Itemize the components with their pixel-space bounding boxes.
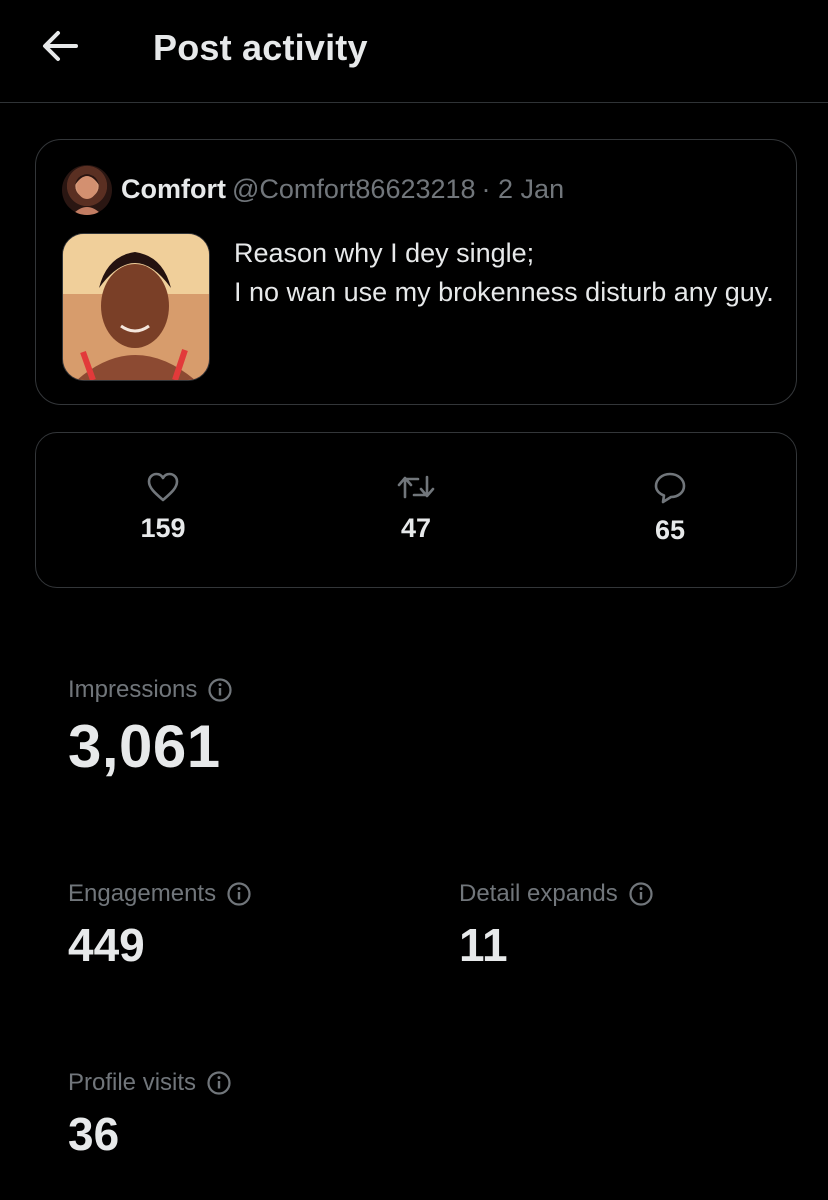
info-icon[interactable] xyxy=(207,677,233,703)
post-date: · 2 Jan xyxy=(481,174,565,204)
info-icon[interactable] xyxy=(628,881,654,907)
info-icon[interactable] xyxy=(206,1070,232,1096)
repost-icon xyxy=(397,475,435,499)
impressions-stat: Impressions 3,061 xyxy=(68,676,233,781)
engagements-label: Engagements xyxy=(68,880,217,907)
detail-expands-value: 11 xyxy=(459,919,508,971)
impressions-label: Impressions xyxy=(68,676,198,703)
info-icon[interactable] xyxy=(226,881,252,907)
avatar[interactable] xyxy=(62,165,112,215)
post-image-thumbnail[interactable] xyxy=(62,233,210,381)
likes-metric[interactable]: 159 xyxy=(103,471,223,544)
reposts-metric[interactable]: 47 xyxy=(356,471,476,544)
impressions-value: 3,061 xyxy=(68,713,221,780)
post-preview-card[interactable]: Comfort @Comfort86623218 · 2 Jan Reason wh… xyxy=(35,139,797,405)
author-name[interactable]: Comfort xyxy=(121,174,226,204)
page-title: Post activity xyxy=(153,27,368,68)
replies-metric[interactable]: 65 xyxy=(610,471,730,546)
heart-icon xyxy=(147,472,179,502)
detail-expands-label: Detail expands xyxy=(459,880,618,907)
post-text: Reason why I dey single; I no wan use my… xyxy=(234,234,779,312)
replies-count: 65 xyxy=(654,515,686,545)
reposts-count: 47 xyxy=(400,513,432,543)
impressions-label-row: Impressions xyxy=(68,676,233,704)
post-author-line: Comfort @Comfort86623218 · 2 Jan xyxy=(121,174,564,205)
likes-count: 159 xyxy=(140,513,186,543)
engagements-stat: Engagements 449 xyxy=(68,880,252,972)
engagements-value: 449 xyxy=(68,919,145,971)
back-arrow-icon xyxy=(43,31,78,61)
top-bar: Post activity xyxy=(0,0,828,103)
profile-visits-value: 36 xyxy=(68,1108,120,1160)
detail-expands-label-row: Detail expands xyxy=(459,880,654,908)
post-text-line: Reason why I dey single; xyxy=(234,238,535,268)
author-handle[interactable]: @Comfort86623218 xyxy=(232,174,476,204)
reply-icon xyxy=(654,472,686,504)
back-button[interactable] xyxy=(38,26,82,66)
engagements-label-row: Engagements xyxy=(68,880,252,908)
profile-visits-label-row: Profile visits xyxy=(68,1069,232,1097)
engagement-metrics-card: 159 47 65 xyxy=(35,432,797,588)
post-text-line: I no wan use my brokenness disturb any g… xyxy=(234,277,774,307)
detail-expands-stat: Detail expands 11 xyxy=(459,880,654,972)
profile-visits-label: Profile visits xyxy=(68,1069,197,1096)
profile-visits-stat: Profile visits 36 xyxy=(68,1069,232,1161)
